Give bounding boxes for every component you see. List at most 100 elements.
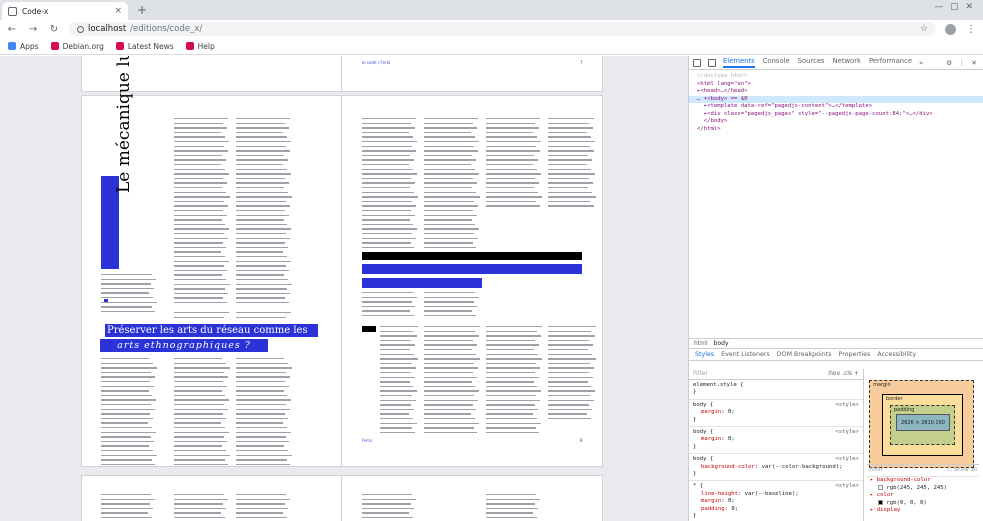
text-line: [174, 150, 228, 152]
devtools-tab-console[interactable]: Console: [763, 57, 790, 68]
new-tab-button[interactable]: +: [137, 3, 147, 17]
text-line: [424, 164, 471, 166]
text-line: [174, 390, 222, 392]
css-property[interactable]: margin: 0;: [693, 498, 859, 505]
text-line: [236, 251, 284, 253]
text-line: [424, 422, 479, 424]
text-line: [486, 358, 542, 360]
css-property[interactable]: margin: 0;: [693, 436, 859, 443]
back-icon[interactable]: ←: [6, 24, 18, 35]
window-controls[interactable]: — ▢ ✕: [934, 2, 975, 12]
text-line: [486, 339, 536, 342]
css-property[interactable]: padding: 0;: [693, 506, 859, 513]
css-property[interactable]: margin: 0;: [693, 409, 859, 416]
text-line: [236, 246, 289, 249]
tab-dom-breakpoints[interactable]: DOM Breakpoints: [777, 351, 832, 358]
text-line: [380, 362, 413, 365]
devtools-menu-icon[interactable]: ⚙ ⋮ ✕: [946, 59, 979, 67]
rule-source[interactable]: <style>: [835, 429, 859, 436]
text-line: [424, 418, 475, 420]
devtools-tab-network[interactable]: Network: [833, 57, 861, 68]
text-line: [236, 512, 284, 514]
close-icon[interactable]: ×: [114, 6, 122, 16]
text-line: [236, 265, 286, 267]
show-all-checkbox[interactable]: ☐ Show all: [947, 467, 977, 474]
css-property[interactable]: background-color: var(--color-background…: [693, 464, 859, 471]
bookmark-item[interactable]: Apps: [8, 42, 39, 51]
cover-title: Le mécanique lu: [114, 56, 134, 193]
rule-selector: * {: [693, 483, 704, 490]
breadcrumb-body[interactable]: body: [714, 340, 729, 347]
bookmark-item[interactable]: Latest News: [115, 42, 174, 51]
devtools-tab-sources[interactable]: Sources: [798, 57, 825, 68]
inspect-icon[interactable]: [693, 58, 701, 67]
dom-node[interactable]: <html lang="en">: [697, 81, 983, 89]
reload-icon[interactable]: ↻: [48, 24, 60, 35]
dom-node[interactable]: … ▾<body> == $0: [689, 95, 983, 103]
dom-node[interactable]: ▸<head>…</head>: [697, 88, 983, 96]
rule-source[interactable]: <style>: [835, 402, 859, 409]
info-icon[interactable]: [77, 25, 84, 33]
text-line: [362, 205, 417, 207]
text-line: [174, 118, 228, 120]
styles-filter[interactable]: Filter :hov .cls +: [689, 369, 863, 380]
tab-properties[interactable]: Properties: [839, 351, 871, 358]
computed-value: rgb(0, 0, 0): [870, 499, 976, 507]
devtools-tab-elements[interactable]: Elements: [723, 57, 755, 68]
rule-source[interactable]: <style>: [835, 456, 859, 463]
dom-tree[interactable]: <!doctype html> <html lang="en"> ▸<head>…<…: [689, 70, 983, 338]
rule-source[interactable]: <style>: [835, 483, 859, 490]
filter-buttons[interactable]: :hov .cls +: [827, 370, 859, 377]
tab-styles[interactable]: Styles: [695, 351, 714, 358]
text-line: [362, 145, 412, 147]
text-line: [174, 440, 228, 443]
text-line: [362, 154, 411, 157]
dom-node[interactable]: ▸<template data-ref="pagedjs-content">…<…: [697, 103, 983, 111]
bookmark-star-icon[interactable]: ☆: [920, 24, 928, 34]
bookmark-item[interactable]: Debian.org: [50, 42, 104, 51]
tab-accessibility[interactable]: Accessibility: [877, 351, 916, 358]
browser-tab[interactable]: Code-x ×: [2, 2, 128, 20]
text-line: [548, 418, 591, 420]
computed-filter-input[interactable]: Filter: [869, 467, 883, 474]
tab-event-listeners[interactable]: Event Listeners: [721, 351, 770, 358]
device-toggle-icon[interactable]: [708, 58, 716, 67]
css-property[interactable]: line-height: var(--baseline);: [693, 491, 859, 498]
text-line: [236, 187, 284, 189]
text-line: [101, 454, 157, 456]
computed-row[interactable]: ▸ display: [867, 507, 979, 514]
text-line: [548, 150, 594, 152]
text-line: [486, 164, 533, 166]
text-line: [486, 494, 536, 496]
text-line: [424, 358, 480, 360]
property-name: margin: [701, 436, 722, 443]
computed-row[interactable]: ▸ background-color rgb(245, 245, 245): [867, 477, 979, 492]
computed-filter[interactable]: Filter ☐ Show all: [867, 465, 979, 478]
breadcrumb-html[interactable]: html: [694, 340, 708, 347]
address-bar[interactable]: localhost/editions/code_x/ ☆: [69, 22, 936, 36]
bookmark-item[interactable]: Help: [185, 42, 215, 51]
profile-avatar[interactable]: [945, 23, 956, 35]
text-line: [236, 154, 285, 157]
property-value: 0;: [727, 436, 735, 443]
text-line: [486, 344, 540, 346]
more-tabs-icon[interactable]: »: [919, 59, 923, 67]
bookmark-icon: [50, 42, 59, 50]
devtools-tab-performance[interactable]: Performance: [869, 57, 912, 68]
menu-icon[interactable]: ⋮: [965, 24, 977, 35]
text-line: [548, 182, 594, 184]
forward-icon[interactable]: →: [27, 24, 39, 35]
computed-row[interactable]: ▸ color rgb(0, 0, 0): [867, 492, 979, 507]
filter-input[interactable]: Filter: [693, 370, 708, 377]
strip-band: [362, 264, 582, 274]
page-viewport[interactable]: le code / Feral 7 Le mécanique lu Préser…: [0, 56, 688, 521]
text-line: [424, 330, 475, 332]
text-line: [174, 517, 225, 519]
dom-node[interactable]: ▸<div class="pagedjs_pages" style="--pag…: [697, 111, 983, 119]
dom-node[interactable]: </body>: [697, 118, 983, 126]
text-line: [548, 127, 593, 129]
dom-node[interactable]: <!doctype html>: [697, 73, 983, 81]
text-line: [362, 498, 416, 500]
text-line: [548, 330, 591, 332]
dom-node[interactable]: </html>: [697, 126, 983, 134]
